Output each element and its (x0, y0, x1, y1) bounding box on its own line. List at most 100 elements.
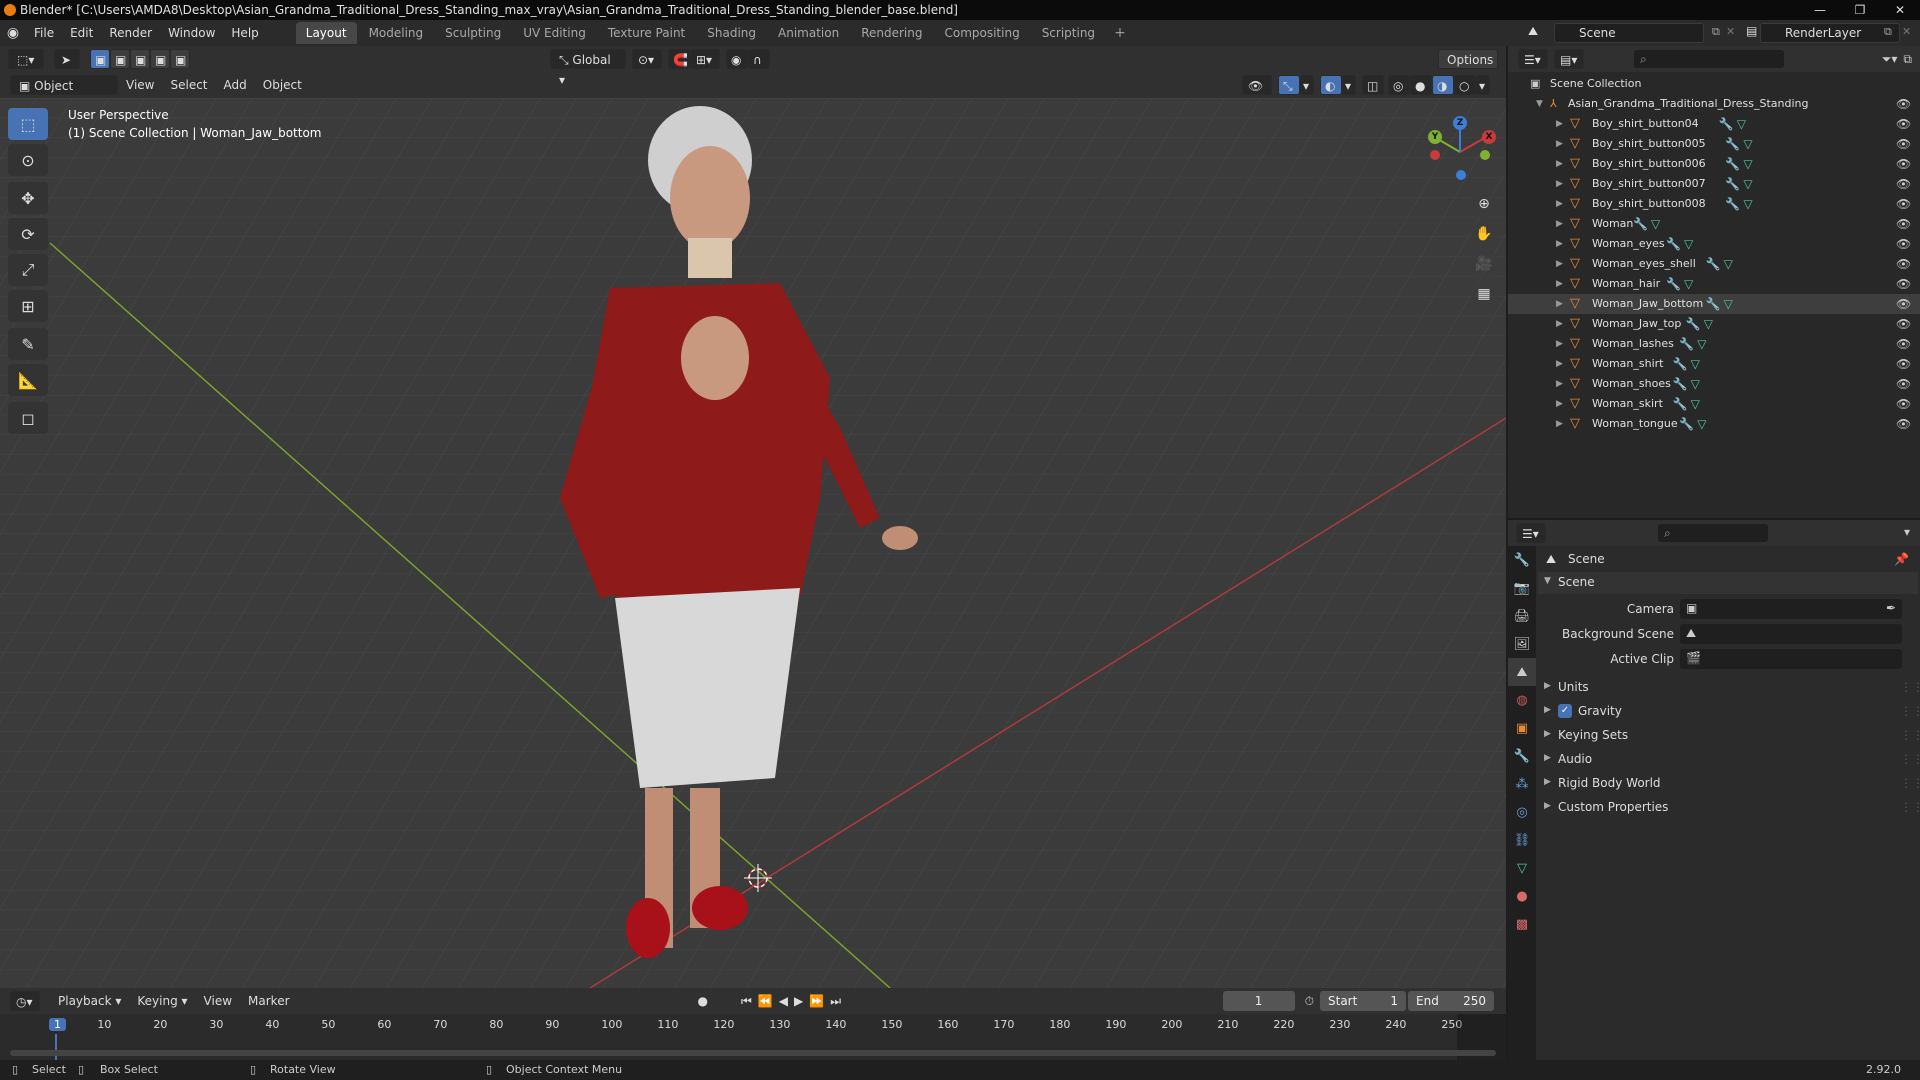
proportional-falloff-icon[interactable]: ∩ (748, 49, 770, 69)
proportional-edit-icon[interactable]: ◉ (726, 49, 748, 69)
delete-scene-icon[interactable]: ✕ (1726, 25, 1735, 38)
expand-chevron-icon[interactable]: ▶ (1556, 174, 1563, 194)
tab-compositing[interactable]: Compositing (934, 22, 1029, 44)
zoom-view-icon[interactable]: ⊕ (1470, 190, 1498, 218)
rotate-tool-icon[interactable]: ⟳ (8, 218, 48, 250)
modifier-icon[interactable]: 🔧 (1673, 394, 1688, 414)
xray-toggle-icon[interactable]: ◫ (1362, 75, 1384, 95)
expand-chevron-icon[interactable]: ▶ (1556, 254, 1563, 274)
jump-keyframe-forward-icon[interactable]: ⏩ (806, 994, 827, 1008)
visibility-eye-icon[interactable]: 👁 (1896, 314, 1911, 334)
subpanel-header[interactable]: ▶ Audio ⋮⋮ (1538, 749, 1920, 771)
visibility-eye-icon[interactable]: 👁 (1896, 154, 1911, 174)
properties-options-icon[interactable]: ▾ (1904, 525, 1910, 539)
world-tab-icon[interactable]: ◍ (1508, 686, 1536, 714)
menu-view[interactable]: View (118, 78, 162, 92)
close-window-button[interactable]: ✕ (1880, 0, 1920, 20)
outliner-item[interactable]: ▶ ▽ Boy_shirt_button006 🔧 ▽ 👁 (1508, 154, 1920, 174)
menu-edit[interactable]: Edit (62, 20, 101, 46)
visibility-eye-icon[interactable]: 👁 (1896, 354, 1911, 374)
subpanel-header[interactable]: ▶ Rigid Body World ⋮⋮ (1538, 773, 1920, 795)
mesh-data-icon[interactable]: ▽ (1691, 394, 1700, 414)
visibility-eye-icon[interactable]: 👁 (1896, 194, 1911, 214)
subpanel-header[interactable]: ▶ Custom Properties ⋮⋮ (1538, 797, 1920, 819)
filter-icon[interactable]: ⏷▾ (1882, 52, 1904, 67)
shading-solid-icon[interactable]: ● (1410, 75, 1432, 95)
mesh-data-icon[interactable]: ▽ (1743, 194, 1752, 214)
drag-handle-icon[interactable]: ⋮⋮ (1900, 800, 1920, 814)
select-mode-new-icon[interactable]: ▣ (90, 49, 110, 69)
visibility-eye-icon[interactable]: 👁 (1896, 94, 1911, 114)
preview-range-icon[interactable]: ⏱ (1305, 994, 1314, 1009)
tool-tab-icon[interactable]: 🔧 (1508, 546, 1536, 574)
menu-help[interactable]: Help (223, 20, 266, 46)
add-cube-tool-icon[interactable]: ◻ (8, 402, 48, 434)
timeline-scrollbar[interactable] (10, 1050, 1496, 1056)
collapse-chevron-icon[interactable]: ▼ (1536, 94, 1543, 114)
constraints-tab-icon[interactable]: ⛓ (1508, 826, 1536, 854)
gizmo-toggle-icon[interactable]: ⤡ (1278, 75, 1300, 95)
scale-tool-icon[interactable]: ⤢ (8, 254, 48, 286)
expand-chevron-icon[interactable]: ▶ (1556, 374, 1563, 394)
mesh-data-icon[interactable]: ▽ (1684, 234, 1693, 254)
outliner-item[interactable]: ▶ ▽ Boy_shirt_button008 🔧 ▽ 👁 (1508, 194, 1920, 214)
render-layer-icon[interactable]: ▤ (1746, 24, 1757, 38)
shading-material-icon[interactable]: ◑ (1432, 75, 1454, 95)
select-mode-extend-icon[interactable]: ▣ (110, 49, 130, 69)
maximize-button[interactable]: ❐ (1840, 0, 1880, 20)
tab-sculpting[interactable]: Sculpting (435, 22, 511, 44)
subpanel-header[interactable]: ▶ Keying Sets ⋮⋮ (1538, 725, 1920, 747)
current-frame-field[interactable]: 1 (1222, 991, 1295, 1011)
mesh-data-icon[interactable]: ▽ (1697, 414, 1706, 434)
mesh-data-icon[interactable]: ▽ (1724, 294, 1733, 314)
expand-chevron-icon[interactable]: ▶ (1556, 114, 1563, 134)
visibility-eye-icon[interactable]: 👁 (1896, 254, 1911, 274)
tab-rendering[interactable]: Rendering (851, 22, 932, 44)
start-frame-field[interactable]: Start 1 (1320, 991, 1406, 1011)
outliner-item[interactable]: ▶ ▽ Woman_hair 🔧 ▽ 👁 (1508, 274, 1920, 294)
jump-end-icon[interactable]: ⏭ (827, 994, 844, 1009)
menu-timeline-view[interactable]: View (196, 994, 240, 1008)
menu-add[interactable]: Add (216, 78, 255, 92)
select-mode-subtract-icon[interactable]: ▣ (130, 49, 150, 69)
modifier-icon[interactable]: 🔧 (1725, 154, 1740, 174)
mesh-data-icon[interactable]: ▽ (1724, 254, 1733, 274)
transform-orientation-dropdown[interactable]: ⤡ Global ▾ (550, 49, 626, 87)
tab-uv-editing[interactable]: UV Editing (513, 22, 596, 44)
playhead-line[interactable] (55, 1034, 57, 1060)
drag-handle-icon[interactable]: ⋮⋮ (1900, 728, 1920, 742)
new-collection-icon[interactable]: ⧉ (1903, 52, 1920, 67)
toggle-ortho-icon[interactable]: ▦ (1470, 280, 1498, 308)
display-mode-icon[interactable]: ▤▾ (1554, 49, 1584, 69)
measure-tool-icon[interactable]: 📐 (8, 364, 48, 396)
move-tool-icon[interactable]: ✥ (8, 182, 48, 214)
active-clip-field[interactable]: 🎬 (1680, 649, 1902, 669)
modifier-icon[interactable]: 🔧 (1673, 374, 1688, 394)
material-tab-icon[interactable]: ● (1508, 882, 1536, 910)
jump-keyframe-back-icon[interactable]: ⏪ (755, 994, 776, 1008)
scene-panel-header[interactable]: ▼ Scene (1538, 572, 1918, 594)
pivot-point-icon[interactable]: ⊙▾ (632, 49, 662, 69)
select-mode-intersect-icon[interactable]: ▣ (170, 49, 190, 69)
camera-view-icon[interactable]: 🎥 (1470, 250, 1498, 278)
gizmo-y-axis[interactable]: Y (1428, 130, 1442, 144)
visibility-eye-icon[interactable]: 👁 (1896, 214, 1911, 234)
mesh-data-icon[interactable]: ▽ (1651, 214, 1660, 234)
outliner-item[interactable]: ▶ ▽ Woman_eyes 🔧 ▽ 👁 (1508, 234, 1920, 254)
timeline-editor-type-icon[interactable]: ◷▾ (10, 991, 40, 1011)
cursor-tool-icon[interactable]: ⊙ (8, 144, 48, 176)
render-layer-selector[interactable]: RenderLayer (1760, 23, 1900, 43)
modifier-icon[interactable]: 🔧 (1725, 174, 1740, 194)
menu-marker[interactable]: Marker (240, 994, 297, 1008)
modifier-icon[interactable]: 🔧 (1679, 414, 1694, 434)
outliner-search-input[interactable]: ⌕ (1634, 50, 1784, 68)
expand-chevron-icon[interactable]: ▶ (1556, 134, 1563, 154)
outliner-scene-collection[interactable]: ▣ Scene Collection (1508, 74, 1920, 94)
outliner-item[interactable]: ▶ ▽ Boy_shirt_button007 🔧 ▽ 👁 (1508, 174, 1920, 194)
subpanel-header[interactable]: ▶ Units ⋮⋮ (1538, 677, 1920, 699)
expand-chevron-icon[interactable]: ▶ (1556, 214, 1563, 234)
visibility-eye-icon[interactable]: 👁 (1896, 334, 1911, 354)
select-mode-invert-icon[interactable]: ▣ (150, 49, 170, 69)
visibility-eye-icon[interactable]: 👁 (1896, 234, 1911, 254)
expand-chevron-icon[interactable]: ▶ (1556, 414, 1563, 434)
